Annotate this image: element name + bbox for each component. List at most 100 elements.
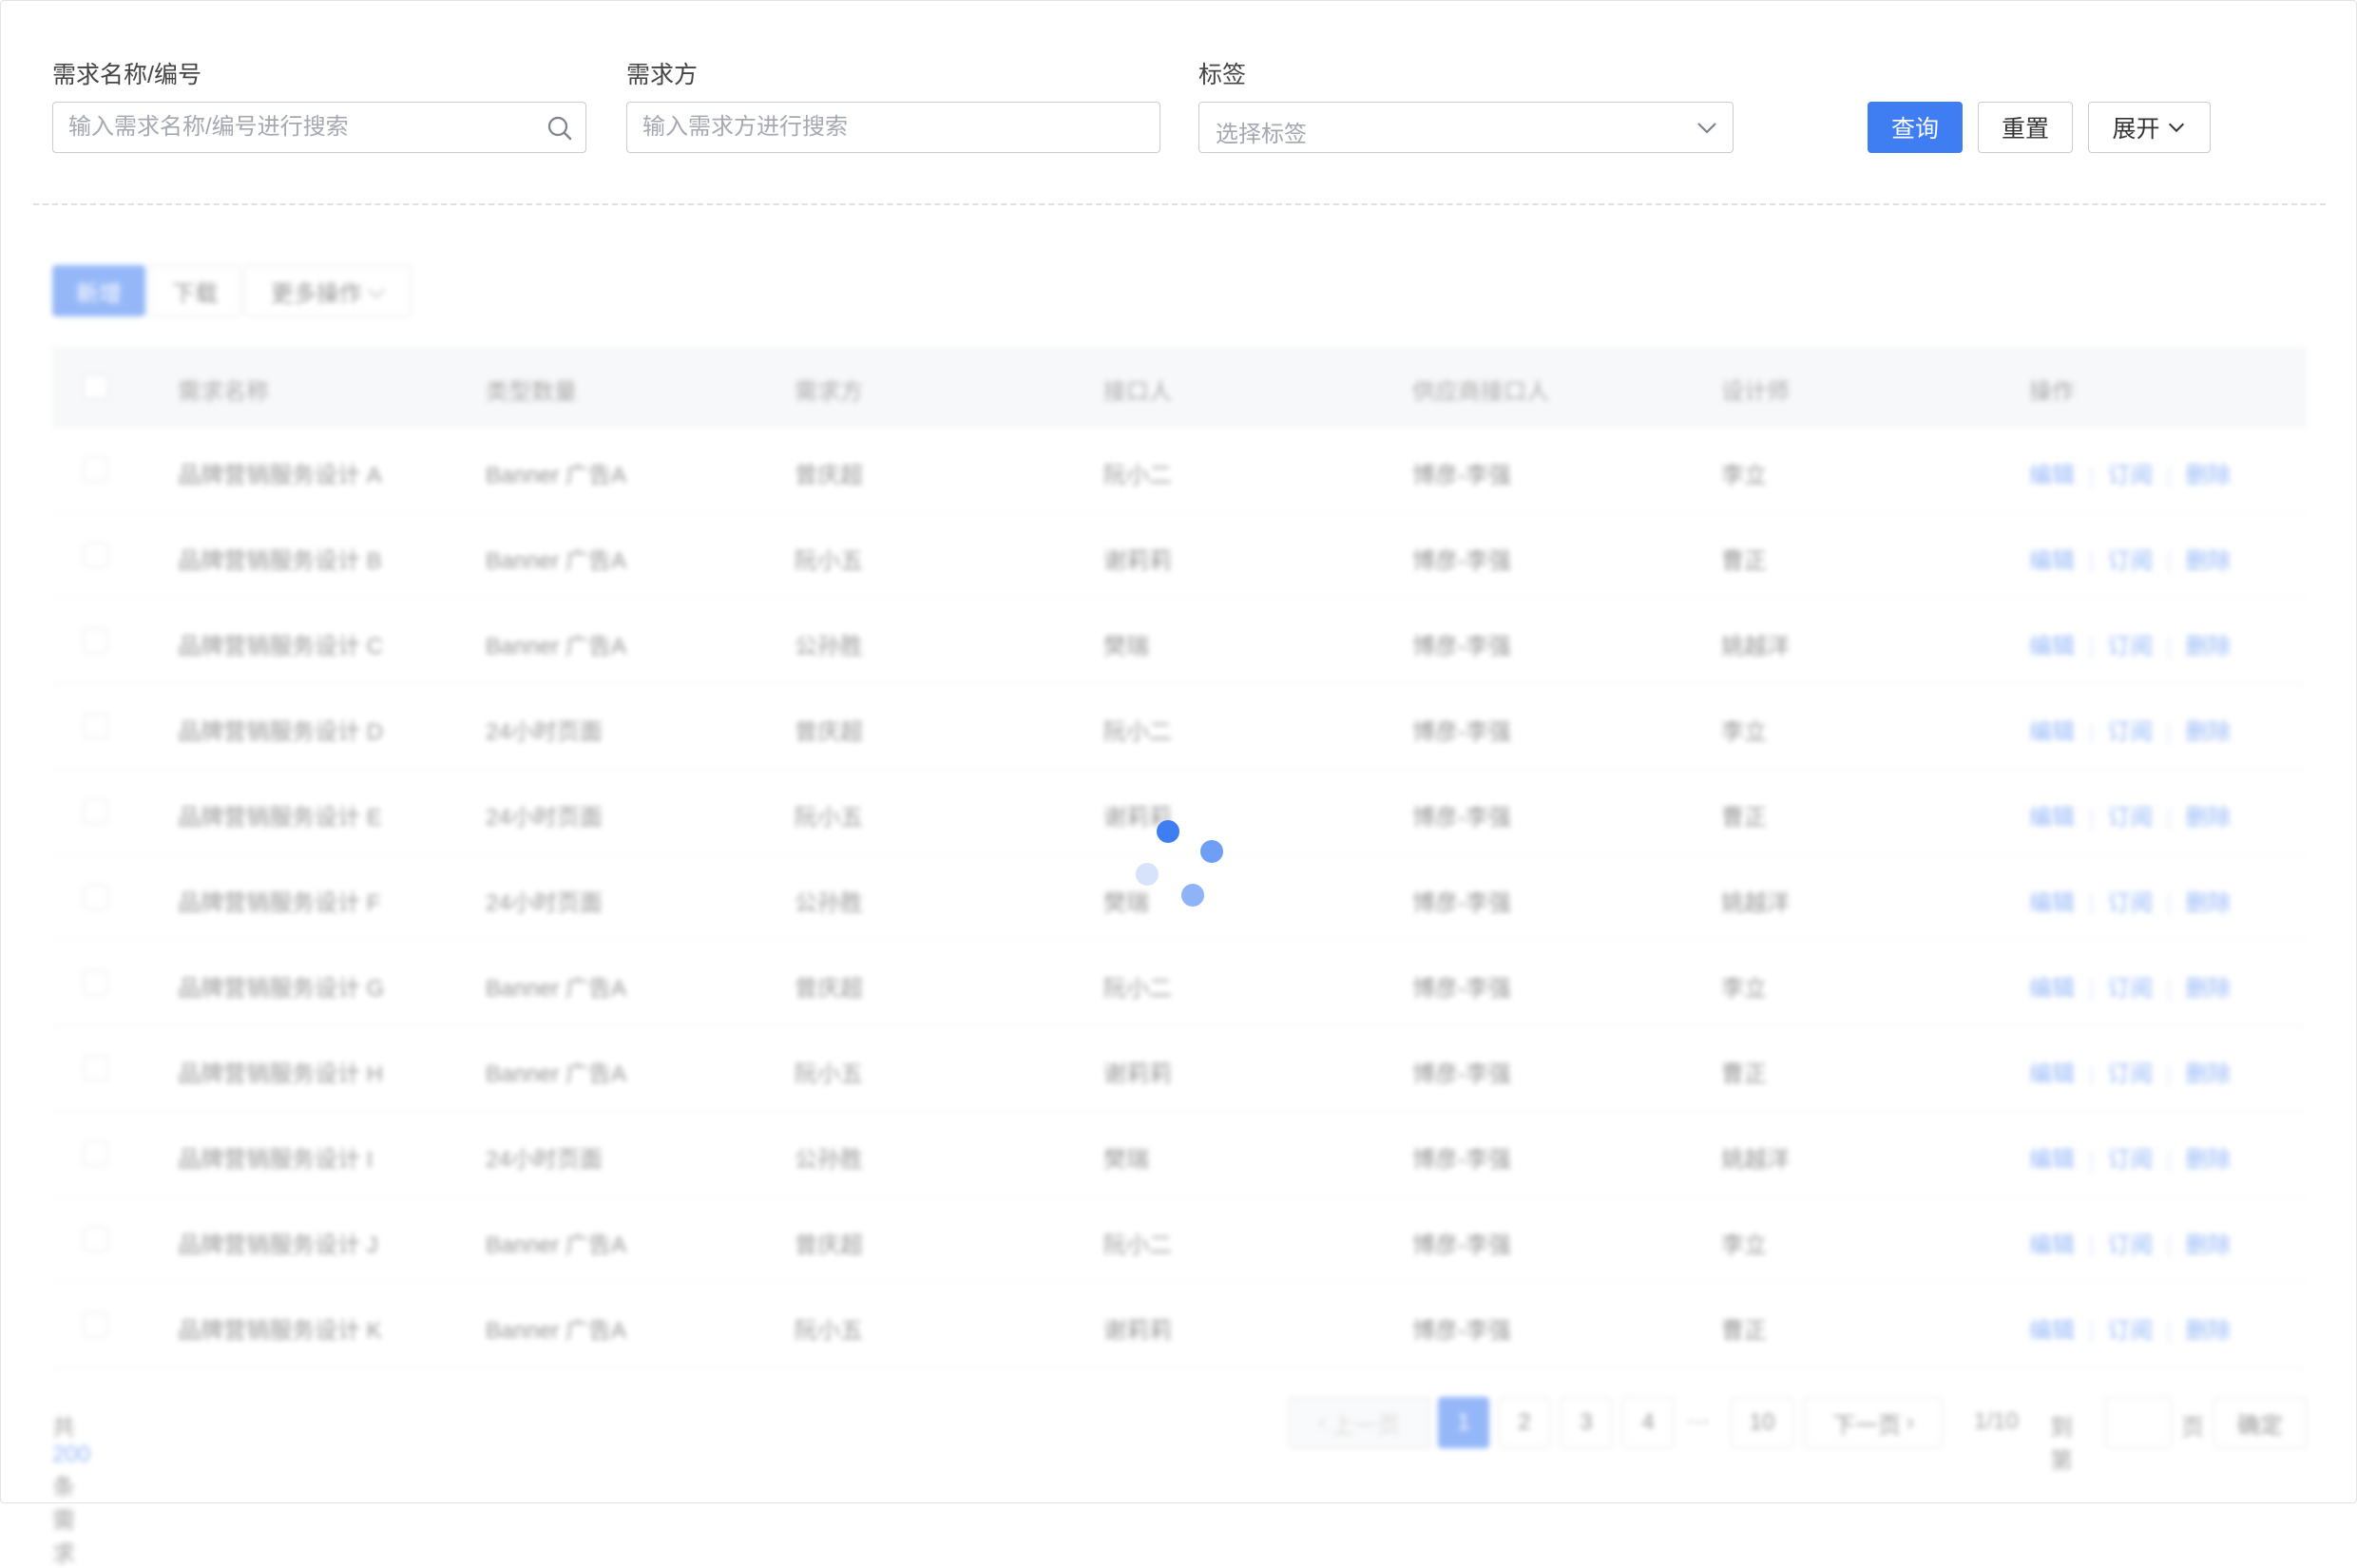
add-button[interactable]: 新增 (52, 265, 145, 316)
expand-button[interactable]: 展开 (2088, 102, 2211, 153)
action-separator: | (2088, 890, 2095, 916)
table-row: 品牌营销服务设计 J Banner 广告A 曾庆超 阮小二 博彦-李强 李立 编辑 | 订阅 | 删… (52, 1197, 2307, 1283)
row-checkbox[interactable] (84, 885, 108, 909)
row-checkbox[interactable] (84, 970, 108, 995)
row-checkbox[interactable] (84, 799, 108, 824)
cell-vendor-contact: 博彦-李强 (1412, 890, 1511, 916)
header-name: 需求名称 (178, 379, 269, 405)
cell-name: 品牌营销服务设计 D (178, 719, 383, 745)
query-button[interactable]: 查询 (1868, 102, 1963, 153)
action-separator: | (2088, 976, 2095, 1002)
action-separator: | (2166, 1318, 2173, 1344)
row-checkbox[interactable] (84, 1227, 108, 1252)
cell-type-count: Banner 广告A (486, 463, 627, 488)
cell-name: 品牌营销服务设计 I (178, 1147, 374, 1173)
delete-link[interactable]: 删除 (2185, 463, 2231, 488)
subscribe-link[interactable]: 订阅 (2107, 463, 2153, 488)
edit-link[interactable]: 编辑 (2029, 719, 2075, 745)
row-checkbox[interactable] (84, 628, 108, 653)
action-separator: | (2166, 548, 2173, 574)
prev-page-button[interactable]: ‹ 上一页 (1288, 1397, 1430, 1448)
subscribe-link[interactable]: 订阅 (2107, 634, 2153, 660)
subscribe-link[interactable]: 订阅 (2107, 976, 2153, 1002)
page-10-button[interactable]: 10 (1731, 1397, 1793, 1448)
more-actions-button[interactable]: 更多操作 ⌵ (244, 265, 412, 316)
edit-link[interactable]: 编辑 (2029, 1061, 2075, 1087)
subscribe-link[interactable]: 订阅 (2107, 1147, 2153, 1173)
name-search-input[interactable] (53, 103, 509, 152)
action-separator: | (2166, 1061, 2173, 1087)
delete-link[interactable]: 删除 (2185, 1061, 2231, 1087)
delete-link[interactable]: 删除 (2185, 976, 2231, 1002)
delete-link[interactable]: 删除 (2185, 719, 2231, 745)
page-4-button[interactable]: 4 (1622, 1397, 1674, 1448)
cell-designer: 曹正 (1721, 805, 1767, 831)
edit-link[interactable]: 编辑 (2029, 1147, 2075, 1173)
row-actions: 编辑 | 订阅 | 删除 (2029, 969, 2231, 1003)
delete-link[interactable]: 删除 (2185, 634, 2231, 660)
edit-link[interactable]: 编辑 (2029, 1318, 2075, 1344)
page-frame: 需求名称/编号 需求方 标签 选择标签 查询 重置 展开 新增 下载 更多操作 (0, 0, 2357, 1567)
download-button[interactable]: 下载 (149, 265, 240, 316)
edit-link[interactable]: 编辑 (2029, 1233, 2075, 1258)
cell-name: 品牌营销服务设计 E (178, 805, 382, 831)
edit-link[interactable]: 编辑 (2029, 976, 2075, 1002)
table-row: 品牌营销服务设计 I 24小时页面 公孙胜 樊瑞 博彦-李强 姚越洋 编辑 | 订阅 | 删除 (52, 1112, 2307, 1197)
cell-type-count: Banner 广告A (486, 1318, 627, 1344)
tag-select[interactable]: 选择标签 (1198, 102, 1734, 153)
row-checkbox[interactable] (84, 543, 108, 567)
row-checkbox[interactable] (84, 714, 108, 738)
delete-link[interactable]: 删除 (2185, 1147, 2231, 1173)
row-checkbox[interactable] (84, 1312, 108, 1337)
subscribe-link[interactable]: 订阅 (2107, 548, 2153, 574)
edit-link[interactable]: 编辑 (2029, 634, 2075, 660)
cell-name: 品牌营销服务设计 K (178, 1318, 382, 1344)
subscribe-link[interactable]: 订阅 (2107, 805, 2153, 831)
delete-link[interactable]: 删除 (2185, 805, 2231, 831)
chevron-down-icon (2168, 123, 2184, 133)
search-icon[interactable] (546, 114, 574, 143)
delete-link[interactable]: 删除 (2185, 1233, 2231, 1258)
page-1-button[interactable]: 1 (1438, 1397, 1489, 1448)
requester-search-label: 需求方 (626, 62, 699, 88)
edit-link[interactable]: 编辑 (2029, 463, 2075, 488)
total-suffix: 条需求 (52, 1475, 75, 1567)
row-checkbox[interactable] (84, 1141, 108, 1166)
edit-link[interactable]: 编辑 (2029, 890, 2075, 916)
action-separator: | (2088, 1233, 2095, 1258)
name-search-field[interactable] (52, 102, 586, 153)
table-row: 品牌营销服务设计 C Banner 广告A 公孙胜 樊瑞 博彦-李强 姚越洋 编辑 | 订阅 | 删… (52, 599, 2307, 684)
delete-link[interactable]: 删除 (2185, 1318, 2231, 1344)
requester-search-input[interactable] (627, 103, 1159, 152)
action-separator: | (2166, 1233, 2173, 1258)
edit-link[interactable]: 编辑 (2029, 548, 2075, 574)
cell-contact: 阮小二 (1103, 1233, 1172, 1258)
pagination-ellipsis[interactable]: ··· (1687, 1408, 1710, 1435)
row-checkbox[interactable] (84, 1056, 108, 1080)
next-page-button[interactable]: 下一页 › (1804, 1397, 1943, 1448)
edit-link[interactable]: 编辑 (2029, 805, 2075, 831)
page-3-button[interactable]: 3 (1561, 1397, 1612, 1448)
cell-contact: 樊瑞 (1103, 1147, 1149, 1173)
header-vendor-contact: 供应商接口人 (1412, 379, 1549, 405)
requester-search-field[interactable] (626, 102, 1160, 153)
row-checkbox[interactable] (84, 457, 108, 482)
cell-designer: 姚越洋 (1721, 1147, 1790, 1173)
goto-label: 到第 (2050, 1415, 2073, 1474)
select-all-checkbox[interactable] (84, 374, 108, 399)
cell-contact: 阮小二 (1103, 976, 1172, 1002)
subscribe-link[interactable]: 订阅 (2107, 1061, 2153, 1087)
delete-link[interactable]: 删除 (2185, 548, 2231, 574)
spinner-dot (1181, 884, 1204, 907)
subscribe-link[interactable]: 订阅 (2107, 890, 2153, 916)
reset-button[interactable]: 重置 (1978, 102, 2073, 153)
header-requester: 需求方 (795, 379, 863, 405)
subscribe-link[interactable]: 订阅 (2107, 1318, 2153, 1344)
goto-confirm-button[interactable]: 确定 (2213, 1397, 2307, 1448)
action-separator: | (2166, 976, 2173, 1002)
delete-link[interactable]: 删除 (2185, 890, 2231, 916)
subscribe-link[interactable]: 订阅 (2107, 719, 2153, 745)
subscribe-link[interactable]: 订阅 (2107, 1233, 2153, 1258)
goto-page-input[interactable] (2105, 1397, 2172, 1448)
page-2-button[interactable]: 2 (1499, 1397, 1550, 1448)
